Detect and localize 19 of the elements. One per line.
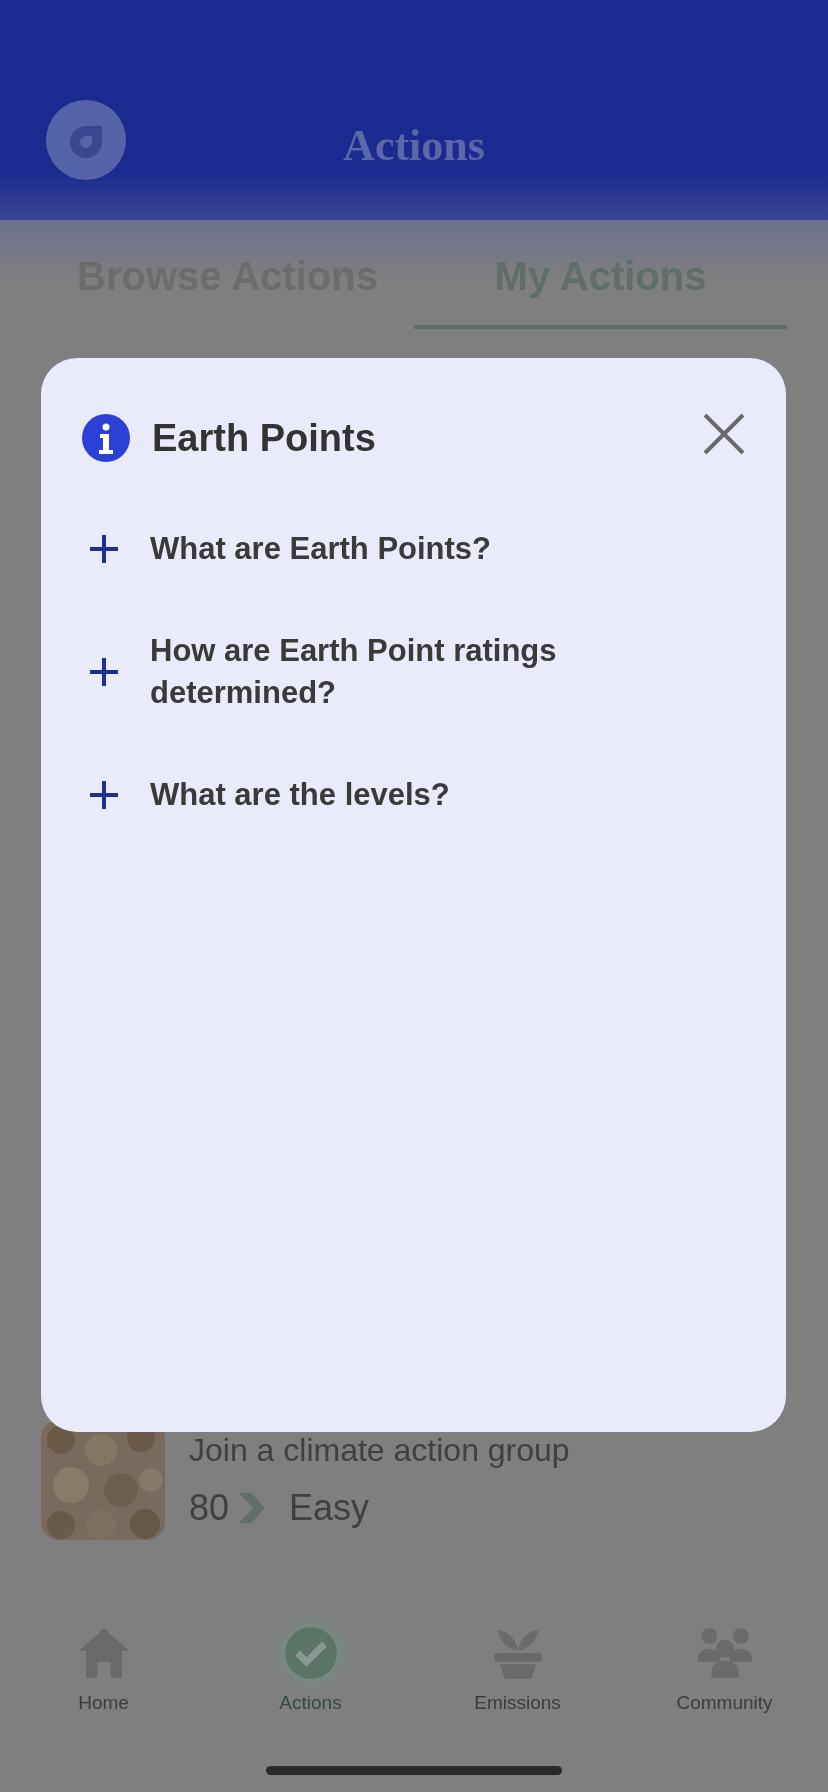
faq-question[interactable]: What are Earth Points? (150, 528, 492, 570)
page-title: Actions (343, 120, 485, 171)
action-title: Join a climate action group (189, 1432, 570, 1469)
modal-title: Earth Points (152, 416, 376, 460)
info-icon (82, 414, 130, 462)
chevron-icon (239, 1493, 266, 1523)
difficulty-label: Easy (289, 1487, 370, 1529)
nav-tab[interactable]: Emissions (414, 1620, 621, 1730)
nav-tab[interactable]: Community (621, 1620, 828, 1730)
faq-question[interactable]: How are Earth Point ratings determined? (150, 630, 670, 714)
close-button[interactable] (702, 412, 746, 456)
plus-icon[interactable] (88, 779, 120, 811)
plus-icon[interactable] (88, 533, 120, 565)
points-value: 80 (189, 1487, 230, 1529)
nav-tab[interactable]: Home (0, 1620, 207, 1730)
plus-icon[interactable] (88, 656, 120, 688)
faq-question[interactable]: What are the levels? (150, 774, 450, 816)
checkmark-icon (283, 1626, 338, 1680)
nav-tab[interactable]: Actions (207, 1620, 414, 1730)
